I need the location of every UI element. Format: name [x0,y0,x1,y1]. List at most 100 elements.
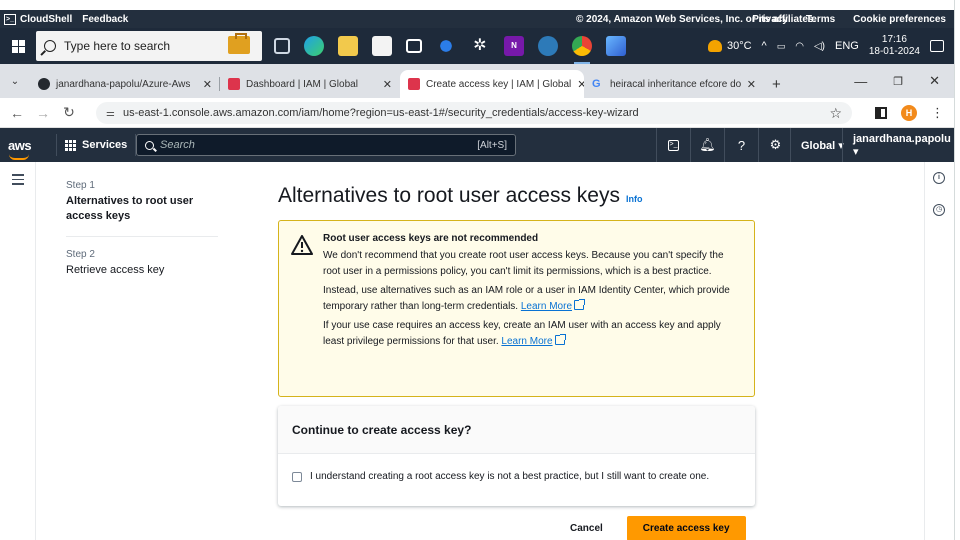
main-content: i ◷ Step 1 Alternatives to root user acc… [0,162,954,540]
info-link[interactable]: Info [626,194,643,204]
tab-google-search[interactable]: G heiracal inheritance efcore dont ✕ [584,70,764,98]
language-indicator[interactable]: ENG [835,40,859,52]
search-shortcut-hint: [Alt+S] [477,139,507,151]
cancel-button[interactable]: Cancel [566,519,607,538]
cloudshell-button[interactable]: >_ CloudShell [4,13,73,25]
start-button[interactable] [0,28,36,64]
tab-label: janardhana-papolu/Azure-Aws [56,78,191,90]
external-link-icon [554,334,566,345]
services-label: Services [82,139,128,151]
terms-link[interactable]: Terms [806,14,835,25]
minimize-icon[interactable]: — [854,74,867,89]
info-panel-icon[interactable]: i [933,172,945,184]
cookie-preferences-link[interactable]: Cookie preferences [853,14,946,25]
tray-chevron-icon[interactable]: ^ [762,40,767,52]
page-title: Alternatives to root user access keys [278,184,620,207]
search-icon [44,40,56,52]
briefcase-icon [228,33,250,54]
acknowledge-checkbox[interactable] [292,471,302,482]
app-icon[interactable] [436,36,456,56]
account-menu[interactable]: janardhana.papolu ▾ [842,128,954,162]
clock[interactable]: 17:16 18-01-2024 [869,34,920,58]
tab-label: Dashboard | IAM | Global [246,78,358,90]
aws-search-placeholder: Search [160,139,195,151]
close-icon[interactable]: ✕ [577,78,584,91]
window-close-icon[interactable]: ✕ [929,73,940,89]
tab-github[interactable]: janardhana-papolu/Azure-Aws ✕ [30,70,220,98]
aws-search-input[interactable]: Search [Alt+S] [136,134,516,156]
aws-iam-icon [408,78,420,90]
battery-icon[interactable]: ▭ [777,41,786,52]
tab-create-access-key[interactable]: Create access key | IAM | Global ✕ [400,70,584,98]
taskbar-search[interactable]: Type here to search [36,31,262,61]
tab-iam-dashboard[interactable]: Dashboard | IAM | Global ✕ [220,70,400,98]
new-tab-button[interactable]: + [764,70,789,98]
tab-label: heiracal inheritance efcore dont [610,78,741,90]
tutorial-panel-icon[interactable]: ◷ [933,204,945,216]
alert-paragraph-3: If your use case requires an access key,… [323,318,740,350]
page-header: Alternatives to root user access keys In… [278,184,642,208]
alert-paragraph-2: Instead, use alternatives such as an IAM… [323,283,740,315]
tab-label: Create access key | IAM | Global [426,78,572,90]
bookmark-star-icon[interactable]: ☆ [829,105,842,122]
profile-avatar[interactable]: H [901,105,917,121]
settings-gear-icon[interactable]: ⚙ [758,128,792,162]
people-icon[interactable] [538,36,558,56]
tab-search-chevron-icon[interactable]: ⌄ [0,64,30,98]
hamburger-menu-icon[interactable] [12,174,24,188]
wizard-step-2: Step 2 Retrieve access key [66,249,218,278]
search-icon [145,140,154,150]
cloudshell-nav-button[interactable]: >_ [656,128,690,162]
wizard-step-1[interactable]: Step 1 Alternatives to root user access … [66,180,218,224]
close-icon[interactable]: ✕ [747,78,756,91]
aws-logo[interactable]: aws [0,138,44,160]
side-panel-icon[interactable] [875,107,887,119]
learn-more-link-1[interactable]: Learn More [521,301,572,312]
checkbox-label[interactable]: I understand creating a root access key … [310,471,709,482]
volume-icon[interactable]: ◁) [814,41,825,52]
reload-icon[interactable]: ↻ [56,104,82,121]
weather-icon [707,40,722,52]
services-menu-button[interactable]: Services [56,134,137,156]
restore-icon[interactable]: ❐ [893,75,903,88]
edge-icon[interactable] [304,36,324,56]
photos-icon[interactable] [606,36,626,56]
notification-icon[interactable] [930,40,944,52]
notifications-bell-icon[interactable]: 🔔︎ [690,128,724,162]
top-strip [0,0,960,540]
chrome-icon[interactable] [572,36,592,64]
url-text: us-east-1.console.aws.amazon.com/iam/hom… [122,107,639,119]
create-access-key-button[interactable]: Create access key [626,516,746,540]
clock-time: 17:16 [881,34,907,45]
onenote-icon[interactable]: N [504,36,524,56]
help-icon[interactable]: ? [724,128,758,162]
close-icon[interactable]: ✕ [203,78,212,91]
privacy-link[interactable]: Privacy [752,14,788,25]
grid-icon [65,139,76,151]
browser-tab-bar: ⌄ janardhana-papolu/Azure-Aws ✕ Dashboar… [0,64,954,98]
wifi-icon[interactable]: ◠ [795,41,804,52]
task-view-icon[interactable] [274,38,290,54]
learn-more-link-2[interactable]: Learn More [501,336,552,347]
address-bar[interactable]: ⚌ us-east-1.console.aws.amazon.com/iam/h… [96,102,852,124]
mail-icon[interactable] [406,39,422,53]
continue-container: Continue to create access key? I underst… [278,406,755,506]
taskbar-search-placeholder: Type here to search [64,39,171,53]
back-icon[interactable]: ← [4,105,30,121]
feedback-link[interactable]: Feedback [82,14,128,25]
settings-icon[interactable]: ✲ [470,36,490,56]
site-settings-icon[interactable]: ⚌ [106,108,115,119]
file-explorer-icon[interactable] [338,36,358,56]
step-number: Step 1 [66,180,95,191]
close-icon[interactable]: ✕ [383,78,392,91]
weather-widget[interactable]: 30°C [707,40,752,52]
wizard-steps: Step 1 Alternatives to root user access … [66,180,218,278]
more-menu-icon[interactable]: ⋮ [931,105,944,121]
region-selector[interactable]: Global ▾ [790,128,844,162]
store-icon[interactable] [372,36,392,56]
browser-toolbar: ← → ↻ ⚌ us-east-1.console.aws.amazon.com… [0,98,954,128]
acknowledge-row[interactable]: I understand creating a root access key … [278,454,755,499]
forward-icon[interactable]: → [30,105,56,121]
link-label: Learn More [520,301,573,312]
cloudshell-label: CloudShell [20,13,73,25]
